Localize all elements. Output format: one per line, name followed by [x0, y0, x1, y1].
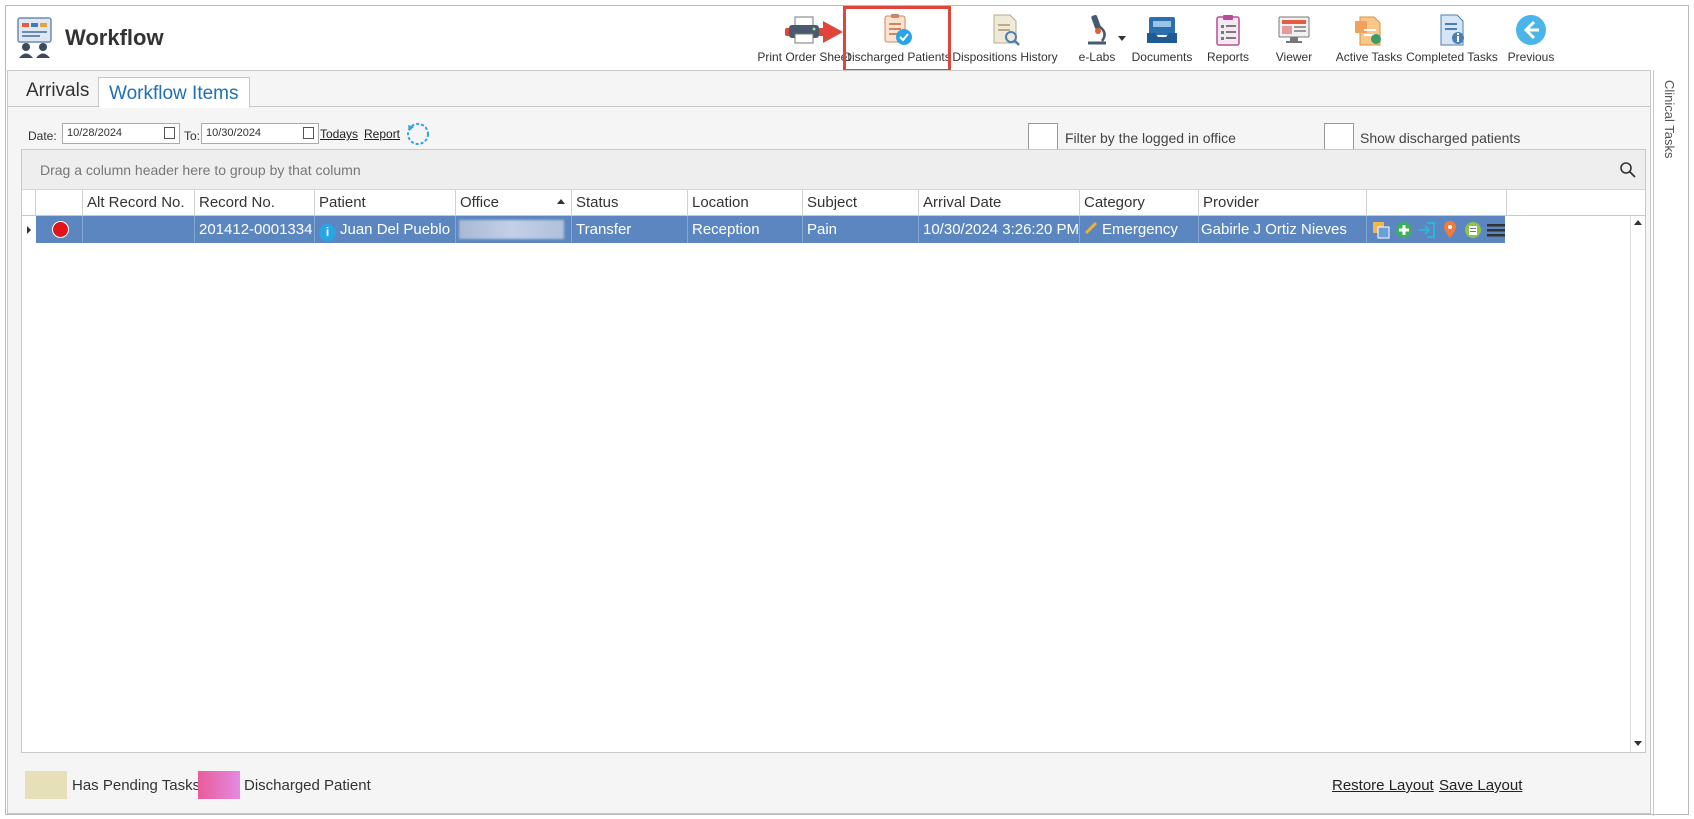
vertical-scrollbar[interactable] — [1630, 216, 1645, 752]
column-header-record-no[interactable]: Record No. — [195, 190, 315, 216]
tab-workflow-items[interactable]: Workflow Items — [98, 77, 250, 108]
discharged-patients-button[interactable]: Discharged Patients — [843, 6, 951, 72]
dispositions-history-button[interactable]: Dispositions History — [951, 8, 1059, 70]
row-indicator[interactable] — [22, 216, 36, 243]
info-icon[interactable]: i — [319, 224, 336, 241]
column-header-category[interactable]: Category — [1080, 190, 1199, 216]
header-indicator-cell — [22, 190, 36, 216]
previous-button[interactable]: Previous — [1501, 8, 1561, 70]
documents-button[interactable]: Documents — [1128, 8, 1196, 70]
print-order-sheet-icon — [787, 13, 821, 47]
date-label: Date: — [28, 129, 57, 143]
date-to-field[interactable]: 10/30/2024 — [201, 123, 319, 144]
report-link[interactable]: Report — [364, 127, 400, 141]
show-discharged-label: Show discharged patients — [1360, 130, 1521, 146]
print-order-sheet-button[interactable]: Print Order Sheet — [757, 8, 851, 70]
refresh-icon[interactable] — [405, 121, 431, 147]
discharged-patients-icon — [880, 13, 914, 47]
cell-record-no: 201412-0001334 — [195, 216, 315, 243]
column-header-actions — [1367, 190, 1507, 216]
show-discharged-checkbox[interactable] — [1324, 123, 1354, 151]
filter-office-label: Filter by the logged in office — [1065, 130, 1236, 146]
copy-icon[interactable] — [1371, 220, 1391, 240]
column-header-provider[interactable]: Provider — [1199, 190, 1367, 216]
cell-status: Transfer — [572, 216, 688, 243]
pending-tasks-swatch — [25, 771, 67, 799]
cell-subject: Pain — [803, 216, 919, 243]
tab-bar: Arrivals Workflow Items — [8, 71, 1650, 108]
tab-arrivals[interactable]: Arrivals — [16, 77, 99, 107]
toolbar: Print Order Sheet Discharged Patients Di… — [6, 6, 1690, 72]
cell-patient[interactable]: i Juan Del Pueblo — [315, 216, 456, 243]
save-layout-link[interactable]: Save Layout — [1439, 777, 1522, 794]
todays-link[interactable]: Todays — [320, 127, 358, 141]
microscope-icon — [1080, 13, 1114, 47]
active-tasks-button[interactable]: Active Tasks — [1329, 8, 1409, 70]
calendar-icon[interactable] — [164, 127, 175, 139]
status-dot-icon — [52, 221, 69, 238]
search-icon[interactable] — [1619, 161, 1637, 179]
clinical-tasks-tab[interactable]: Clinical Tasks — [1654, 70, 1684, 200]
reports-clipboard-icon — [1211, 13, 1245, 47]
discharged-patient-swatch — [198, 771, 240, 799]
column-header-alt-record[interactable]: Alt Record No. — [83, 190, 195, 216]
filter-office-checkbox[interactable] — [1028, 123, 1058, 151]
completed-tasks-icon — [1435, 13, 1469, 47]
pencil-icon — [1084, 221, 1098, 235]
to-label: To: — [184, 129, 201, 143]
filter-bar: Date: 10/28/2024 To: 10/30/2024 Todays R… — [8, 111, 1650, 151]
note-icon[interactable] — [1463, 220, 1483, 240]
header-status-dot-cell — [36, 190, 83, 216]
sort-ascending-icon — [557, 199, 565, 204]
cell-alt-record — [83, 216, 195, 243]
legend-footer: Has Pending Tasks Discharged Patient Res… — [8, 757, 1650, 809]
workflow-window: Workflow Print Order Sheet Discharged Pa… — [5, 5, 1690, 816]
discharged-patient-label: Discharged Patient — [244, 777, 371, 794]
previous-arrow-icon — [1514, 13, 1548, 47]
column-header-office[interactable]: Office — [456, 190, 572, 216]
location-pin-icon[interactable] — [1440, 220, 1460, 240]
viewer-monitor-icon — [1277, 13, 1311, 47]
restore-layout-link[interactable]: Restore Layout — [1332, 777, 1434, 794]
menu-icon[interactable] — [1486, 220, 1506, 240]
viewer-button[interactable]: Viewer — [1261, 8, 1327, 70]
cell-category: Emergency — [1080, 216, 1199, 243]
pending-tasks-label: Has Pending Tasks — [72, 777, 201, 794]
workflow-grid: Drag a column header here to group by th… — [21, 149, 1646, 753]
reports-button[interactable]: Reports — [1198, 8, 1258, 70]
date-from-field[interactable]: 10/28/2024 — [62, 123, 180, 144]
group-by-panel[interactable]: Drag a column header here to group by th… — [22, 150, 1645, 190]
documents-tray-icon — [1145, 13, 1179, 47]
header: Workflow Print Order Sheet Discharged Pa… — [6, 6, 1690, 72]
column-header-subject[interactable]: Subject — [803, 190, 919, 216]
chevron-down-icon[interactable] — [1118, 36, 1126, 42]
cell-location: Reception — [688, 216, 803, 243]
status-dot-cell — [36, 216, 83, 243]
row-pointer-icon — [27, 226, 31, 234]
dispositions-history-icon — [988, 13, 1022, 47]
calendar-icon[interactable] — [303, 127, 314, 139]
column-header-patient[interactable]: Patient — [315, 190, 456, 216]
column-header-status[interactable]: Status — [572, 190, 688, 216]
redacted-office — [459, 220, 564, 239]
cell-arrival-date: 10/30/2024 3:26:20 PM — [919, 216, 1080, 243]
grid-header: Alt Record No. Record No. Patient Office… — [22, 190, 1645, 216]
column-header-arrival-date[interactable]: Arrival Date — [919, 190, 1080, 216]
cell-provider: Gabirle J Ortiz Nieves — [1199, 216, 1367, 243]
scroll-up-icon[interactable] — [1634, 220, 1642, 225]
row-actions — [1367, 216, 1506, 243]
active-tasks-icon — [1352, 13, 1386, 47]
completed-tasks-button[interactable]: Completed Tasks — [1406, 8, 1498, 70]
add-icon[interactable] — [1394, 220, 1414, 240]
sign-in-icon[interactable] — [1417, 220, 1437, 240]
column-header-location[interactable]: Location — [688, 190, 803, 216]
cell-office — [456, 216, 572, 243]
scroll-down-icon[interactable] — [1634, 741, 1642, 746]
table-row[interactable]: 201412-0001334 i Juan Del Pueblo Transfer… — [36, 216, 1505, 243]
main-panel: Arrivals Workflow Items Date: 10/28/2024… — [7, 70, 1651, 814]
